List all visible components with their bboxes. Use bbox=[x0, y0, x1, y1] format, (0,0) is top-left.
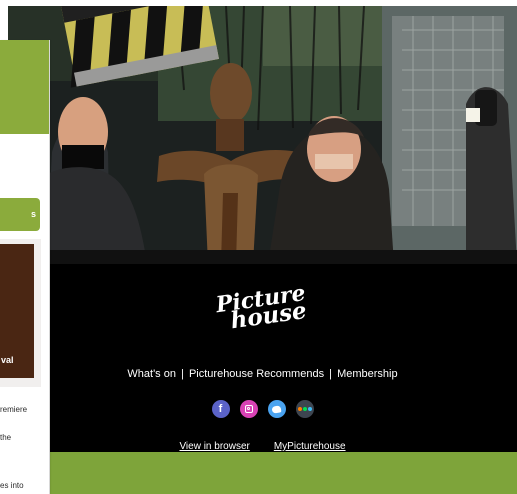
twitter-bird-glyph bbox=[271, 404, 282, 414]
panel-green-button[interactable]: s bbox=[0, 198, 40, 231]
instagram-icon[interactable] bbox=[239, 400, 258, 418]
email-preview-canvas: Picture house What's on | Picturehouse R… bbox=[0, 0, 517, 494]
picturehouse-recommends-link[interactable]: Picturehouse Recommends bbox=[189, 368, 324, 380]
email-footer: Picture house What's on | Picturehouse R… bbox=[8, 264, 517, 452]
green-footer-strip bbox=[8, 452, 517, 494]
facebook-icon[interactable]: f bbox=[211, 400, 230, 418]
panel-poster-image: val bbox=[0, 244, 34, 378]
picturehouse-logo[interactable]: Picture house bbox=[8, 280, 517, 335]
letterboxd-icon[interactable] bbox=[295, 400, 314, 418]
picturehouse-wordmark-line-2: house bbox=[229, 297, 309, 335]
panel-poster-text-fragment: val bbox=[1, 355, 14, 365]
panel-copy-fragment-2: the bbox=[0, 433, 12, 442]
letterboxd-dots-glyph bbox=[297, 407, 312, 411]
whats-on-link[interactable]: What's on bbox=[127, 368, 176, 380]
membership-link[interactable]: Membership bbox=[337, 368, 398, 380]
footer-navigation: What's on | Picturehouse Recommends | Me… bbox=[8, 367, 517, 381]
twitter-icon[interactable] bbox=[267, 400, 286, 418]
panel-copy-fragment-3: es into bbox=[0, 481, 24, 490]
picturehouse-wordmark: Picture house bbox=[215, 280, 309, 335]
panel-button-text-fragment: s bbox=[30, 209, 36, 219]
overlapping-email-panel: s val remiere the es into bbox=[0, 40, 50, 494]
social-links: f bbox=[8, 399, 517, 419]
email-content: Picture house What's on | Picturehouse R… bbox=[8, 6, 517, 494]
nav-separator: | bbox=[329, 368, 332, 380]
facebook-glyph: f bbox=[218, 403, 223, 415]
panel-copy-fragment-1: remiere bbox=[0, 405, 28, 414]
hero-image bbox=[8, 6, 517, 264]
panel-green-header bbox=[0, 40, 49, 134]
hero-photo-illustration bbox=[8, 6, 517, 264]
nav-separator: | bbox=[181, 368, 184, 380]
panel-film-poster[interactable]: val bbox=[0, 239, 41, 387]
instagram-glyph bbox=[244, 405, 253, 413]
